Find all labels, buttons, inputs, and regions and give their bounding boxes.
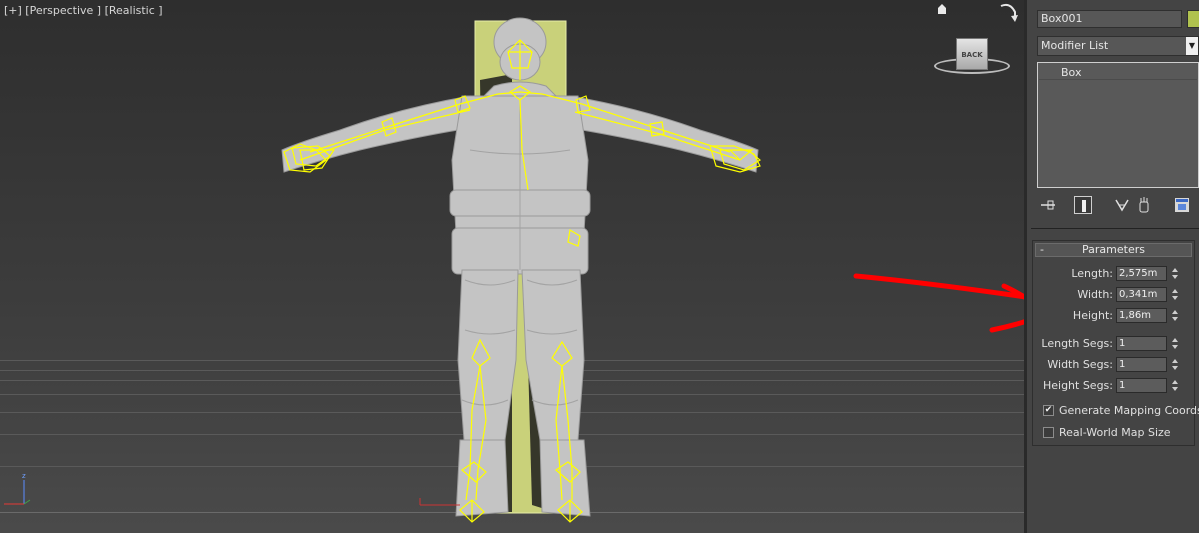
object-color-swatch[interactable] xyxy=(1187,10,1199,28)
length-spinner[interactable] xyxy=(1171,266,1180,281)
chevron-down-icon[interactable]: ▼ xyxy=(1186,37,1198,55)
axis-z-label: z xyxy=(22,472,26,480)
height-spinner[interactable] xyxy=(1171,308,1180,323)
modifier-stack[interactable]: Box xyxy=(1037,62,1199,188)
generate-mapping-checkbox[interactable]: ✔ xyxy=(1043,405,1054,416)
length-label: Length: xyxy=(1071,267,1113,280)
length-segs-field[interactable]: 1 xyxy=(1116,336,1167,351)
viewcube[interactable]: BACK xyxy=(930,0,1025,80)
length-segs-spinner[interactable] xyxy=(1171,336,1180,351)
rotate-view-icon[interactable] xyxy=(998,2,1018,22)
panel-separator xyxy=(1031,228,1199,229)
show-end-result-icon[interactable] xyxy=(1074,196,1092,214)
width-segs-spinner[interactable] xyxy=(1171,357,1180,372)
modifier-list-label: Modifier List xyxy=(1041,39,1109,52)
width-label: Width: xyxy=(1077,288,1113,301)
length-field[interactable]: 2,575m xyxy=(1116,266,1167,281)
axis-tripod-icon: z xyxy=(0,470,40,510)
object-name-field[interactable]: Box001 xyxy=(1037,10,1182,28)
home-icon[interactable] xyxy=(938,4,946,14)
height-segs-label: Height Segs: xyxy=(1042,379,1113,392)
generate-mapping-label: Generate Mapping Coords. xyxy=(1059,404,1199,417)
modifier-stack-toolbar xyxy=(1037,194,1199,216)
width-segs-label: Width Segs: xyxy=(1047,358,1113,371)
height-field[interactable]: 1,86m xyxy=(1116,308,1167,323)
stack-item-box[interactable]: Box xyxy=(1039,65,1197,80)
parameters-rollout-header[interactable]: - Parameters xyxy=(1035,243,1192,257)
make-unique-icon[interactable] xyxy=(1113,196,1131,214)
width-segs-field[interactable]: 1 xyxy=(1116,357,1167,372)
transform-gizmo xyxy=(419,498,460,506)
length-segs-label: Length Segs: xyxy=(1041,337,1113,350)
pin-stack-icon[interactable] xyxy=(1039,196,1057,214)
parameters-rollout: - Parameters Length: 2,575m Width: 0,341… xyxy=(1032,240,1199,446)
height-label: Height: xyxy=(1072,309,1113,322)
collapse-icon[interactable]: - xyxy=(1040,244,1044,256)
height-segs-spinner[interactable] xyxy=(1171,378,1180,393)
real-world-map-size-checkbox[interactable] xyxy=(1043,427,1054,438)
width-spinner[interactable] xyxy=(1171,287,1180,302)
rollout-title: Parameters xyxy=(1082,243,1145,256)
modifier-list-dropdown[interactable]: Modifier List ▼ xyxy=(1037,36,1199,56)
real-world-map-size-label: Real-World Map Size xyxy=(1059,426,1171,439)
command-panel: Box001 Modifier List ▼ Box - Parameters … xyxy=(1027,0,1199,533)
viewcube-face-back[interactable]: BACK xyxy=(956,38,988,70)
height-segs-field[interactable]: 1 xyxy=(1116,378,1167,393)
red-annotation-arrow xyxy=(853,273,1040,333)
configure-modifier-sets-icon[interactable] xyxy=(1173,196,1191,214)
width-field[interactable]: 0,341m xyxy=(1116,287,1167,302)
remove-modifier-icon[interactable] xyxy=(1135,196,1153,214)
